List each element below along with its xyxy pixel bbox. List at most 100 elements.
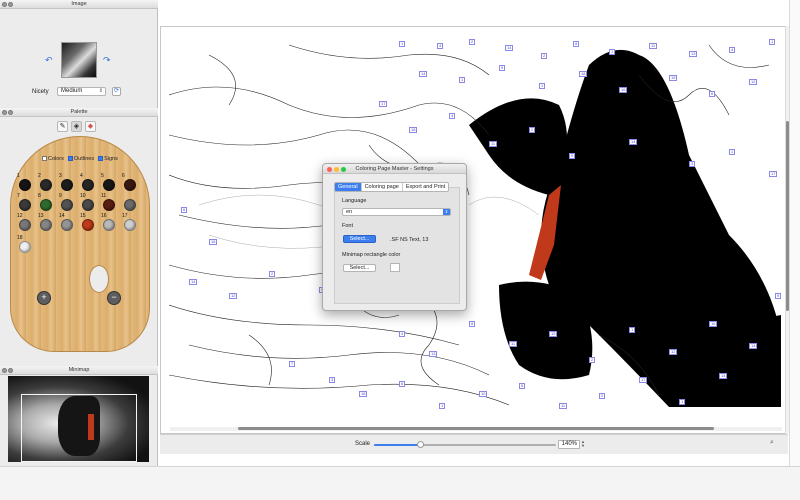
palette-swatch[interactable]: 11 [101,193,116,214]
eraser-tool-button[interactable]: ◆ [85,121,96,132]
panel-controls [2,368,13,373]
swatch-color [61,199,73,211]
pencil-tool-button[interactable]: ✎ [57,121,68,132]
signs-checkbox[interactable]: Signs [98,156,118,162]
refresh-image-button[interactable]: ⟳ [112,87,121,96]
panel-close-icon[interactable] [2,368,7,373]
region-number-label: 2 [541,53,548,59]
minimize-window-icon[interactable] [334,166,339,172]
region-number-label: 11 [559,403,568,409]
palette-swatch[interactable]: 10 [80,193,95,214]
region-number-label: 8 [469,321,476,327]
outlines-checkbox[interactable]: Outlines [67,156,95,162]
palette-swatch[interactable]: 13 [38,213,53,234]
palette-swatch[interactable]: 15 [80,213,95,234]
region-number-label: 15 [669,75,678,81]
minimap-image[interactable] [8,376,149,462]
region-number-label: 2 [589,357,596,363]
coloring-canvas[interactable]: 1 4 2 14 2 8 1 11 13 4 1 14 1 9 1 18 16 15 6 12 17 18 4 11 2 9 14 3… [160,26,788,434]
palette-swatch[interactable]: 5 [101,173,116,194]
palette-swatch[interactable]: 14 [59,213,74,234]
rotate-left-icon[interactable]: ↶ [45,55,53,66]
font-value: .SF NS Text, 13 [390,237,429,243]
palette-swatch[interactable]: 16 [101,213,116,234]
palette-swatch[interactable]: 17 [122,213,137,234]
swatch-color [40,179,52,191]
scale-slider-knob[interactable] [416,441,424,448]
search-button[interactable]: ⌕ [770,439,780,449]
palette-swatch[interactable]: 7 [17,193,32,214]
swatch-number: 17 [122,213,128,219]
swatch-number: 12 [17,213,23,219]
language-select[interactable]: en ⇕ [342,208,451,216]
minimap-color-well[interactable] [390,263,400,272]
palette-swatch[interactable]: 1 [17,173,32,194]
region-number-label: 1 [729,149,736,155]
horizontal-scrollbar[interactable] [170,427,782,431]
zoom-window-icon[interactable] [341,166,346,172]
palette-swatch[interactable] [123,196,137,214]
region-number-label: 4 [729,47,736,53]
settings-dialog-titlebar: Coloring Page Master - Settings [323,164,466,174]
nicety-select[interactable]: Medium ⇕ [57,87,106,96]
minimap-color-select-button[interactable]: Select... [343,264,376,272]
tab-general[interactable]: General [335,183,362,191]
font-select-button-label: Select... [349,236,370,242]
colors-checkbox[interactable]: Colors [42,156,64,162]
image-panel: Image ↶ ↷ Nicety Medium ⇕ ⟳ [0,0,158,108]
window-controls [327,166,346,172]
region-number-label: 2 [269,271,276,277]
swatch-color [124,179,136,191]
swatch-number: 7 [17,193,20,199]
swatch-color [61,219,73,231]
image-panel-title: Image [71,1,87,7]
palette-swatch[interactable]: 18 [17,235,32,256]
tab-coloring-page[interactable]: Coloring page [362,183,403,191]
scale-stepper[interactable]: ▲ ▼ [581,440,586,449]
palette-swatch[interactable]: 6 [122,173,137,194]
stepper-down-icon[interactable]: ▼ [581,443,585,448]
region-number-label: 3 [329,377,336,383]
palette-swatch[interactable]: 4 [80,173,95,194]
panel-collapse-icon[interactable] [8,110,13,115]
add-color-button[interactable]: + [37,291,51,305]
outlines-check-label: Outlines [73,156,95,162]
chevron-updown-icon: ⇕ [443,209,450,215]
horizontal-scroll-thumb[interactable] [238,427,714,430]
remove-color-button[interactable]: − [107,291,121,305]
palette-panel-title: Palette [70,109,88,115]
fill-tool-button[interactable]: ◈ [71,121,82,132]
signs-check-box [98,156,104,162]
region-number-label: 3 [689,161,696,167]
palette-swatch[interactable]: 2 [38,173,53,194]
scale-slider[interactable] [374,441,556,448]
image-thumbnail[interactable] [61,42,97,78]
region-number-label: 17 [639,377,648,383]
palette-tools: ✎ ◈ ◆ [57,121,96,132]
search-icon: ⌕ [770,439,774,446]
swatch-color [124,219,136,231]
panel-close-icon[interactable] [2,2,7,7]
palette-swatch[interactable]: 12 [17,213,32,234]
rotate-right-icon[interactable]: ↷ [103,55,111,66]
font-select-button[interactable]: Select... [343,235,376,243]
minimap-panel-title: Minimap [68,367,90,373]
palette-swatch[interactable]: 8 [38,193,53,214]
region-number-label: 14 [629,139,638,145]
panel-collapse-icon[interactable] [8,2,13,7]
palette-swatch[interactable]: 3 [59,173,74,194]
region-number-label: 10 [479,391,488,397]
region-number-label: 1 [539,83,546,89]
panel-collapse-icon[interactable] [8,368,13,373]
colors-check-label: Colors [48,156,64,162]
palette-swatch[interactable]: 9 [59,193,74,214]
close-window-icon[interactable] [327,166,332,172]
region-number-label: 2 [599,393,606,399]
panel-close-icon[interactable] [2,110,7,115]
region-number-label: 13 [689,51,698,57]
swatch-color [82,179,94,191]
tab-export-and-print[interactable]: Export and Print [403,183,448,191]
minimap-viewport-rect[interactable] [21,394,137,462]
scale-value-field[interactable]: 140% [558,440,580,449]
swatch-color [40,199,52,211]
